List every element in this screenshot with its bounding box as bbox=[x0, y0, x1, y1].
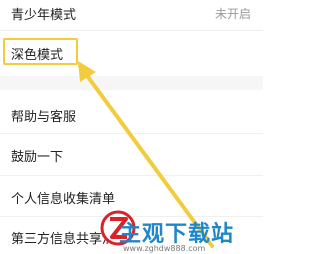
watermark-text-block: 主观下载站 www.zghdw888.com bbox=[119, 210, 263, 254]
watermark-url: www.zghdw888.com bbox=[123, 244, 206, 253]
